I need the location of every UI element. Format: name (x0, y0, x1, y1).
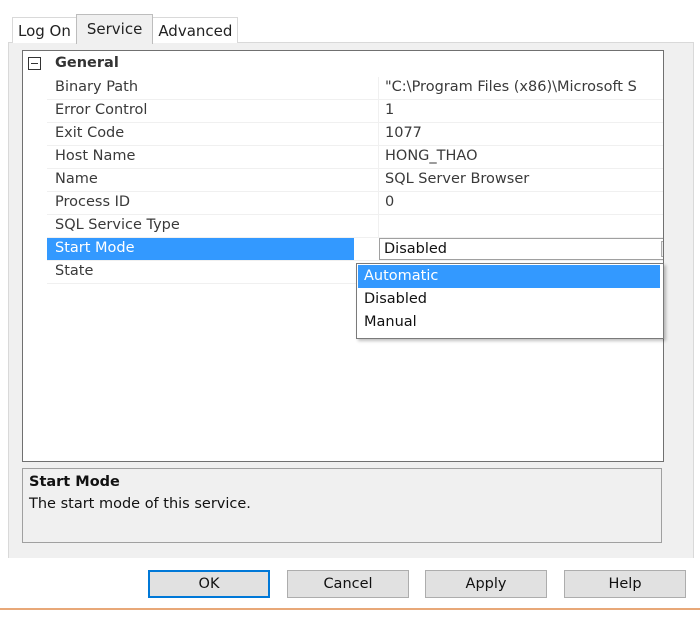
start-mode-dropdown-list: Automatic Disabled Manual (356, 263, 664, 339)
property-row-start-mode[interactable]: Start Mode Disabled (47, 238, 663, 261)
property-name: State (55, 263, 94, 279)
property-row-error-control[interactable]: Error Control 1 (47, 100, 663, 123)
start-mode-value: Disabled (384, 241, 447, 257)
property-name: Name (55, 171, 98, 187)
column-divider (378, 146, 379, 168)
property-name: Process ID (55, 194, 131, 210)
collapse-icon[interactable] (28, 57, 41, 70)
property-name: Exit Code (55, 125, 125, 141)
tab-log-on[interactable]: Log On (12, 17, 77, 43)
property-row-sql-service-type[interactable]: SQL Service Type (47, 215, 663, 238)
property-name: Start Mode (55, 240, 135, 256)
tab-advanced[interactable]: Advanced (152, 17, 239, 43)
column-divider (378, 215, 379, 237)
property-value: 0 (385, 194, 395, 210)
option-disabled[interactable]: Disabled (358, 288, 660, 311)
apply-button[interactable]: Apply (425, 570, 547, 598)
property-name: Error Control (55, 102, 148, 118)
property-grid: General Binary Path "C:\Program Files (x… (22, 50, 664, 462)
column-divider (378, 192, 379, 214)
property-row-exit-code[interactable]: Exit Code 1077 (47, 123, 663, 146)
ok-button[interactable]: OK (148, 570, 270, 598)
property-value: "C:\Program Files (x86)\Microsoft S (385, 79, 637, 95)
property-value: 1077 (385, 125, 422, 141)
tab-strip: Log On Service Advanced (12, 14, 239, 44)
option-manual[interactable]: Manual (358, 311, 660, 334)
chevron-down-icon[interactable] (661, 241, 663, 257)
option-automatic[interactable]: Automatic (358, 265, 660, 288)
service-properties-dialog: Log On Service Advanced General Binary P… (0, 0, 700, 620)
button-bar: OK Cancel Apply Help (0, 558, 700, 610)
property-row-process-id[interactable]: Process ID 0 (47, 192, 663, 215)
property-value: HONG_THAO (385, 148, 478, 164)
property-row-name[interactable]: Name SQL Server Browser (47, 169, 663, 192)
property-row-host-name[interactable]: Host Name HONG_THAO (47, 146, 663, 169)
description-text: The start mode of this service. (29, 496, 251, 512)
column-divider (378, 123, 379, 145)
column-divider (378, 169, 379, 191)
cancel-button[interactable]: Cancel (287, 570, 409, 598)
column-divider (378, 100, 379, 122)
property-name: Host Name (55, 148, 136, 164)
column-divider (378, 77, 379, 99)
property-name: SQL Service Type (55, 217, 180, 233)
description-panel: Start Mode The start mode of this servic… (22, 468, 662, 543)
property-value: 1 (385, 102, 395, 118)
tab-service[interactable]: Service (75, 14, 154, 44)
property-row-binary-path[interactable]: Binary Path "C:\Program Files (x86)\Micr… (47, 77, 663, 100)
category-label: General (55, 55, 119, 71)
property-value: SQL Server Browser (385, 171, 530, 187)
start-mode-select[interactable]: Disabled (379, 238, 663, 260)
category-row-general[interactable]: General (23, 53, 663, 75)
property-name: Binary Path (55, 79, 139, 95)
description-title: Start Mode (29, 474, 120, 490)
help-button[interactable]: Help (564, 570, 686, 598)
window-bottom-border (0, 608, 700, 610)
